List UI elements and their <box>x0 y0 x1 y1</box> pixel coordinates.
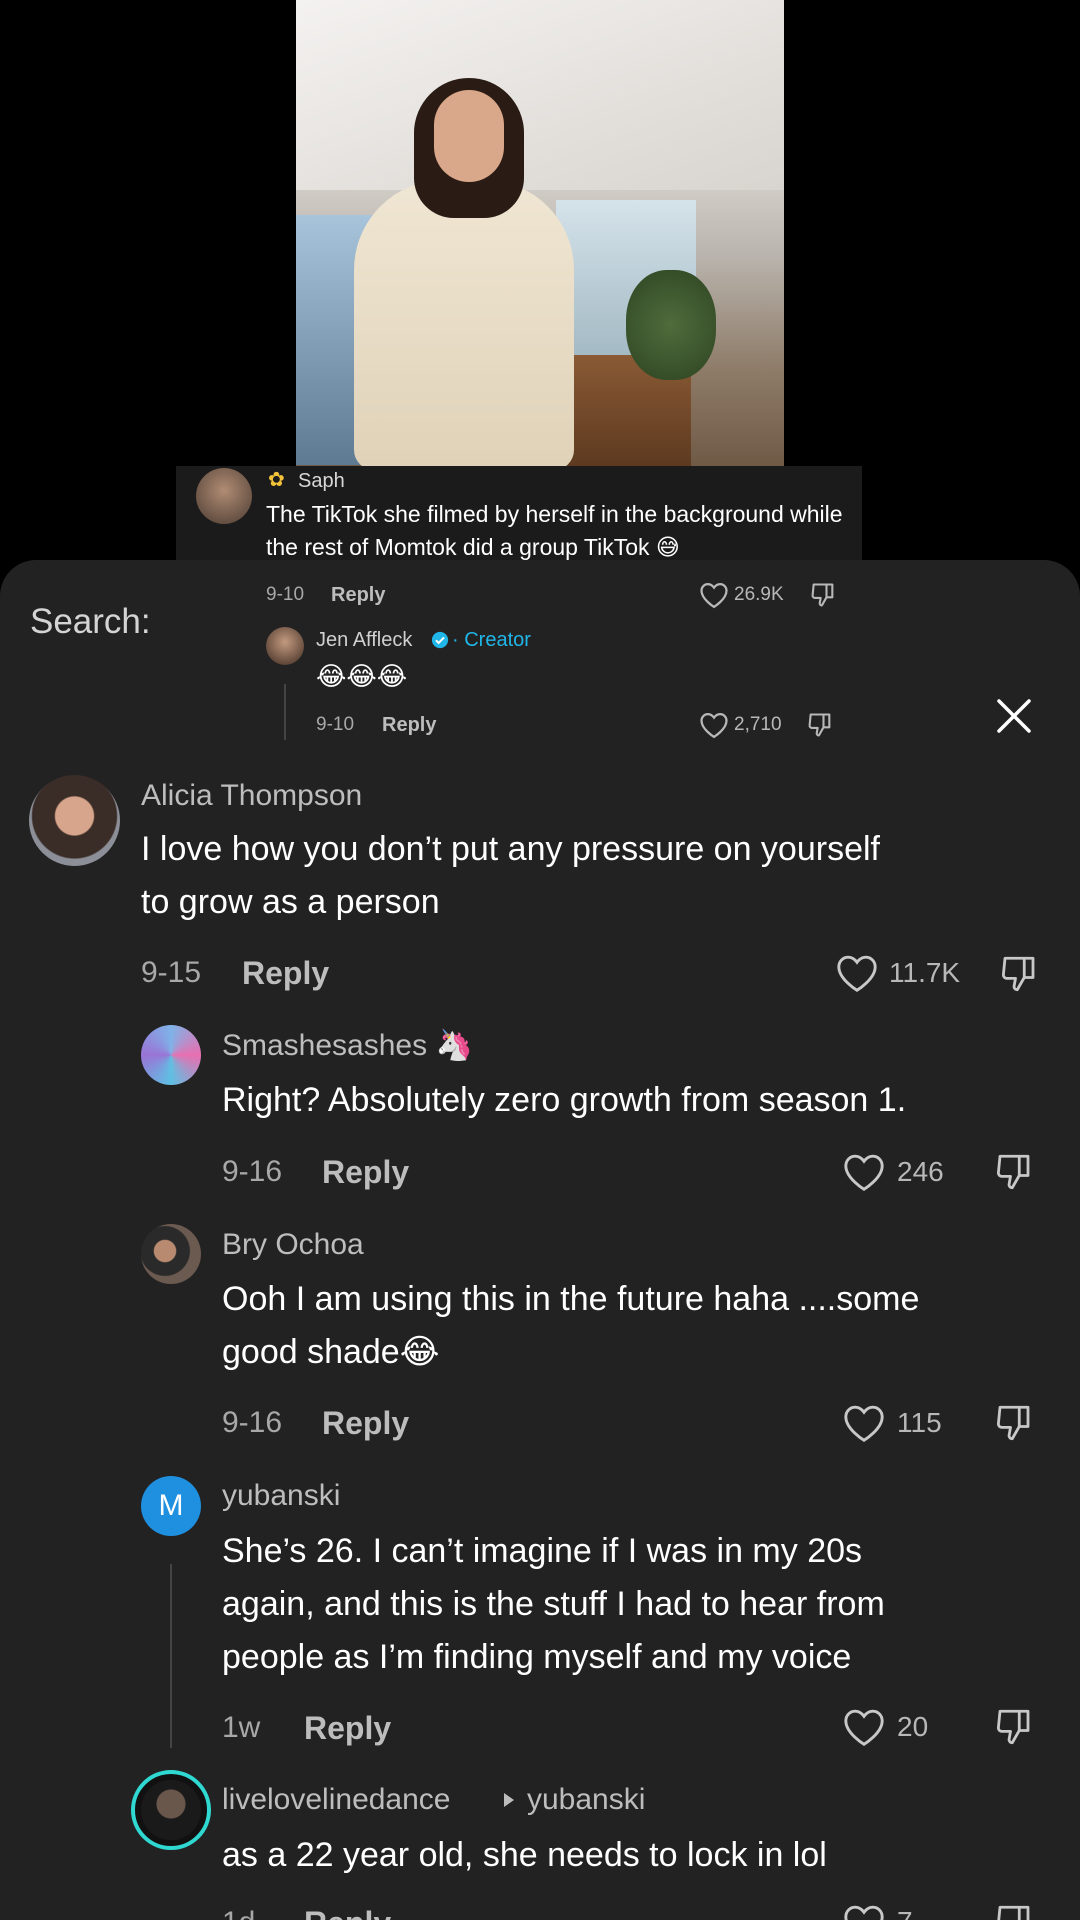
comment-text-line: Ooh I am using this in the future haha .… <box>222 1280 920 1318</box>
thread-line <box>170 1564 172 1748</box>
heart-icon[interactable] <box>842 1903 886 1920</box>
avatar-letter: M <box>158 1489 184 1522</box>
bry-ochoa-avatar[interactable] <box>141 1224 201 1284</box>
reply-button[interactable]: Reply <box>242 954 329 992</box>
yubanski-avatar[interactable]: M <box>141 1476 201 1536</box>
video-ceiling <box>296 0 784 190</box>
comment-date: 9-16 <box>222 1155 283 1188</box>
close-icon[interactable] <box>995 697 1033 735</box>
comment-text-line: I love how you don’t put any pressure on… <box>141 830 880 868</box>
jen-affleck-avatar[interactable] <box>266 627 304 665</box>
comment-date: 9-15 <box>141 956 202 989</box>
search-label: Search: <box>30 602 151 641</box>
dislike-icon[interactable] <box>993 1706 1035 1748</box>
dislike-icon[interactable] <box>806 711 834 739</box>
creator-reply-date: 9-10 <box>316 714 355 735</box>
heart-icon[interactable] <box>842 1152 886 1192</box>
dislike-icon[interactable] <box>993 1151 1035 1193</box>
comment-text-line: to grow as a person <box>141 883 440 921</box>
featured-comment-text: The TikTok she filmed by herself in the … <box>266 501 843 560</box>
heart-icon[interactable] <box>842 1403 886 1443</box>
alicia-thompson-avatar[interactable] <box>29 775 120 866</box>
verified-badge-icon <box>431 631 449 649</box>
reply-to-user[interactable]: yubanski <box>527 1781 645 1819</box>
video-person-sweater <box>354 180 574 466</box>
featured-comment-date: 9-10 <box>266 584 305 605</box>
dislike-icon[interactable] <box>993 1402 1035 1444</box>
avatar-photo <box>141 1780 201 1840</box>
reply-button[interactable]: Reply <box>304 1709 391 1747</box>
comment-text: as a 22 year old, she needs to lock in l… <box>222 1836 827 1874</box>
comment-text-line: people as I’m finding myself and my voic… <box>222 1638 852 1676</box>
dislike-icon[interactable] <box>809 581 837 609</box>
comment-author[interactable]: Smashesashes 🦄 <box>222 1027 473 1065</box>
like-count: 7 <box>897 1904 913 1920</box>
featured-comment-author[interactable]: Saph <box>298 469 345 493</box>
like-count: 11.7K <box>889 957 961 988</box>
comment-author[interactable]: livelovelinedance <box>222 1781 451 1819</box>
comment-date: 1w <box>222 1711 261 1744</box>
creator-reply-text: 😂😂😂 <box>316 661 408 691</box>
reply-arrow-icon <box>502 1791 516 1809</box>
livelovelinedance-avatar[interactable] <box>131 1770 211 1850</box>
creator-reply-button[interactable]: Reply <box>382 713 436 737</box>
heart-icon[interactable] <box>699 581 729 609</box>
video-plant <box>626 270 716 380</box>
comment-author[interactable]: Bry Ochoa <box>222 1226 364 1264</box>
featured-like-count: 26.9K <box>734 584 784 605</box>
reply-button[interactable]: Reply <box>322 1404 409 1442</box>
comment-date: 9-16 <box>222 1406 283 1439</box>
heart-icon[interactable] <box>699 711 729 739</box>
comment-text-line: good shade😂 <box>222 1333 440 1371</box>
thread-line <box>284 684 286 740</box>
comment-text-line: again, and this is the stuff I had to he… <box>222 1585 885 1623</box>
comment-author[interactable]: Alicia Thompson <box>141 777 362 815</box>
like-count: 246 <box>897 1156 944 1187</box>
comment-author[interactable]: yubanski <box>222 1477 340 1515</box>
heart-icon[interactable] <box>835 953 879 993</box>
creator-badge-label: · Creator <box>452 629 531 651</box>
heart-icon[interactable] <box>842 1707 886 1747</box>
video-person-face <box>434 90 504 182</box>
dislike-icon[interactable] <box>993 1902 1035 1920</box>
creator-like-count: 2,710 <box>734 714 782 735</box>
comment-text-line: She’s 26. I can’t imagine if I was in my… <box>222 1532 863 1570</box>
like-count: 115 <box>897 1407 942 1438</box>
reply-button[interactable]: Reply <box>304 1904 391 1920</box>
comment-date: 1d <box>222 1904 255 1920</box>
sunflower-icon: ✿ <box>268 469 285 491</box>
comment-text: Right? Absolutely zero growth from seaso… <box>222 1081 907 1119</box>
smashesashes-avatar[interactable] <box>141 1025 201 1085</box>
saph-avatar[interactable] <box>196 468 252 524</box>
video-frame[interactable] <box>296 0 784 466</box>
like-count: 20 <box>897 1711 929 1742</box>
featured-reply-button[interactable]: Reply <box>331 583 385 607</box>
app-root: ✿ Saph The TikTok she filmed by herself … <box>0 0 1080 1920</box>
dislike-icon[interactable] <box>998 953 1040 995</box>
reply-button[interactable]: Reply <box>322 1153 409 1191</box>
creator-reply-author[interactable]: Jen Affleck <box>316 628 412 652</box>
